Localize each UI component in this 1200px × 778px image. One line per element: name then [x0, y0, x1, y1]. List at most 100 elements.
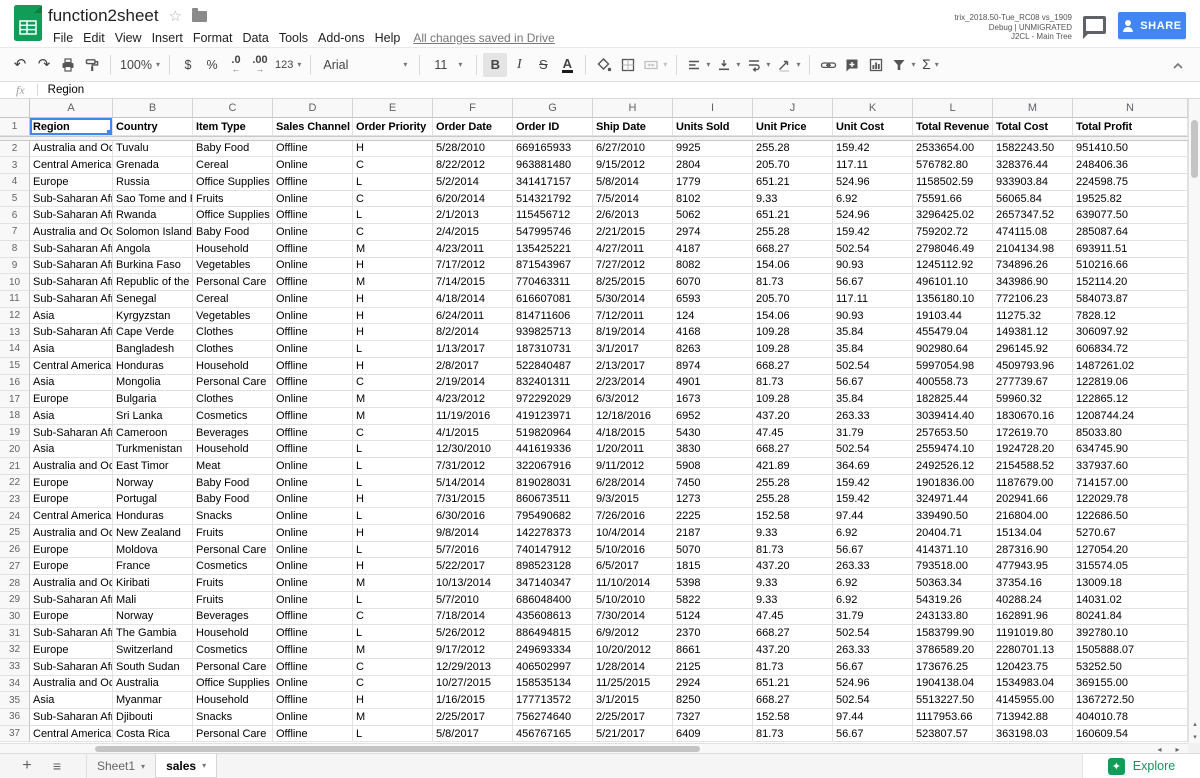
cell-b28[interactable]: Kiribati — [113, 575, 193, 592]
row-header-34[interactable]: 34 — [0, 676, 30, 693]
cell-m8[interactable]: 2104134.98 — [993, 241, 1073, 258]
cell-b17[interactable]: Bulgaria — [113, 391, 193, 408]
cell-l21[interactable]: 2492526.12 — [913, 458, 993, 475]
cell-c35[interactable]: Household — [193, 692, 273, 709]
cell-c7[interactable]: Baby Food — [193, 224, 273, 241]
cell-j19[interactable]: 47.45 — [753, 425, 833, 442]
cell-k7[interactable]: 159.42 — [833, 224, 913, 241]
cell-n26[interactable]: 127054.20 — [1073, 542, 1188, 559]
cell-i6[interactable]: 5062 — [673, 207, 753, 224]
strikethrough-button[interactable]: S — [531, 53, 555, 77]
cell-l26[interactable]: 414371.10 — [913, 542, 993, 559]
cell-n9[interactable]: 510216.66 — [1073, 258, 1188, 275]
cell-i29[interactable]: 5822 — [673, 592, 753, 609]
cell-g8[interactable]: 135425221 — [513, 241, 593, 258]
cell-d12[interactable]: Online — [273, 308, 353, 325]
cell-g28[interactable]: 347140347 — [513, 575, 593, 592]
cell-h19[interactable]: 4/18/2015 — [593, 425, 673, 442]
cell-a27[interactable]: Europe — [30, 558, 113, 575]
row-header-16[interactable]: 16 — [0, 375, 30, 392]
cell-f20[interactable]: 12/30/2010 — [433, 441, 513, 458]
cell-e24[interactable]: L — [353, 508, 433, 525]
cell-f2[interactable]: 5/28/2010 — [433, 141, 513, 158]
cell-h29[interactable]: 5/10/2010 — [593, 592, 673, 609]
cell-d26[interactable]: Online — [273, 542, 353, 559]
cell-g31[interactable]: 886494815 — [513, 625, 593, 642]
cell-n8[interactable]: 693911.51 — [1073, 241, 1188, 258]
save-status[interactable]: All changes saved in Drive — [413, 31, 554, 45]
cell-b2[interactable]: Tuvalu — [113, 141, 193, 158]
row-header-1[interactable]: 1 — [0, 118, 30, 136]
cell-j28[interactable]: 9.33 — [753, 575, 833, 592]
cell-i20[interactable]: 3830 — [673, 441, 753, 458]
column-header-l[interactable]: L — [913, 99, 993, 118]
cell-f34[interactable]: 10/27/2015 — [433, 676, 513, 693]
cell-m2[interactable]: 1582243.50 — [993, 141, 1073, 158]
cell-m28[interactable]: 37354.16 — [993, 575, 1073, 592]
cell-b36[interactable]: Djibouti — [113, 709, 193, 726]
cell-d5[interactable]: Online — [273, 191, 353, 208]
cell-k18[interactable]: 263.33 — [833, 408, 913, 425]
cell-f1[interactable]: Order Date — [433, 118, 513, 136]
cell-c37[interactable]: Personal Care — [193, 726, 273, 743]
cell-g9[interactable]: 871543967 — [513, 258, 593, 275]
cell-j21[interactable]: 421.89 — [753, 458, 833, 475]
cell-m19[interactable]: 172619.70 — [993, 425, 1073, 442]
cell-e37[interactable]: L — [353, 726, 433, 743]
cell-n15[interactable]: 1487261.02 — [1073, 358, 1188, 375]
cell-m25[interactable]: 15134.04 — [993, 525, 1073, 542]
share-button[interactable]: SHARE — [1118, 12, 1186, 39]
cell-g6[interactable]: 115456712 — [513, 207, 593, 224]
cell-j15[interactable]: 668.27 — [753, 358, 833, 375]
format-percent-button[interactable]: % — [200, 53, 224, 77]
cell-i36[interactable]: 7327 — [673, 709, 753, 726]
menu-item-addons[interactable]: Add-ons — [313, 29, 370, 47]
cell-f33[interactable]: 12/29/2013 — [433, 659, 513, 676]
menu-item-file[interactable]: File — [48, 29, 78, 47]
cell-b30[interactable]: Norway — [113, 609, 193, 626]
row-header-20[interactable]: 20 — [0, 441, 30, 458]
cell-b37[interactable]: Costa Rica — [113, 726, 193, 743]
cell-f25[interactable]: 9/8/2014 — [433, 525, 513, 542]
cell-l1[interactable]: Total Revenue — [913, 118, 993, 136]
cell-k12[interactable]: 90.93 — [833, 308, 913, 325]
cell-l14[interactable]: 902980.64 — [913, 341, 993, 358]
cell-d21[interactable]: Online — [273, 458, 353, 475]
cell-j26[interactable]: 81.73 — [753, 542, 833, 559]
cell-k2[interactable]: 159.42 — [833, 141, 913, 158]
cell-g34[interactable]: 158535134 — [513, 676, 593, 693]
cell-j27[interactable]: 437.20 — [753, 558, 833, 575]
cell-i28[interactable]: 5398 — [673, 575, 753, 592]
cell-j18[interactable]: 437.20 — [753, 408, 833, 425]
cell-d15[interactable]: Offline — [273, 358, 353, 375]
cell-l18[interactable]: 3039414.40 — [913, 408, 993, 425]
cell-m18[interactable]: 1830670.16 — [993, 408, 1073, 425]
cell-e7[interactable]: C — [353, 224, 433, 241]
cell-e8[interactable]: M — [353, 241, 433, 258]
cell-e11[interactable]: H — [353, 291, 433, 308]
cell-f17[interactable]: 4/23/2012 — [433, 391, 513, 408]
comment-history-icon[interactable] — [1083, 16, 1106, 34]
cell-c30[interactable]: Beverages — [193, 609, 273, 626]
cell-n17[interactable]: 122865.12 — [1073, 391, 1188, 408]
row-header-32[interactable]: 32 — [0, 642, 30, 659]
cell-d14[interactable]: Online — [273, 341, 353, 358]
cell-m11[interactable]: 772106.23 — [993, 291, 1073, 308]
cell-j35[interactable]: 668.27 — [753, 692, 833, 709]
cell-e23[interactable]: H — [353, 492, 433, 509]
cell-d25[interactable]: Online — [273, 525, 353, 542]
cell-b26[interactable]: Moldova — [113, 542, 193, 559]
row-header-18[interactable]: 18 — [0, 408, 30, 425]
cell-b13[interactable]: Cape Verde — [113, 324, 193, 341]
cell-l32[interactable]: 3786589.20 — [913, 642, 993, 659]
cell-n13[interactable]: 306097.92 — [1073, 324, 1188, 341]
row-header-2[interactable]: 2 — [0, 141, 30, 158]
cell-h21[interactable]: 9/11/2012 — [593, 458, 673, 475]
cell-h26[interactable]: 5/10/2016 — [593, 542, 673, 559]
cell-j9[interactable]: 154.06 — [753, 258, 833, 275]
cell-h36[interactable]: 2/25/2017 — [593, 709, 673, 726]
cell-l17[interactable]: 182825.44 — [913, 391, 993, 408]
cell-j33[interactable]: 81.73 — [753, 659, 833, 676]
cell-e31[interactable]: L — [353, 625, 433, 642]
cell-k8[interactable]: 502.54 — [833, 241, 913, 258]
